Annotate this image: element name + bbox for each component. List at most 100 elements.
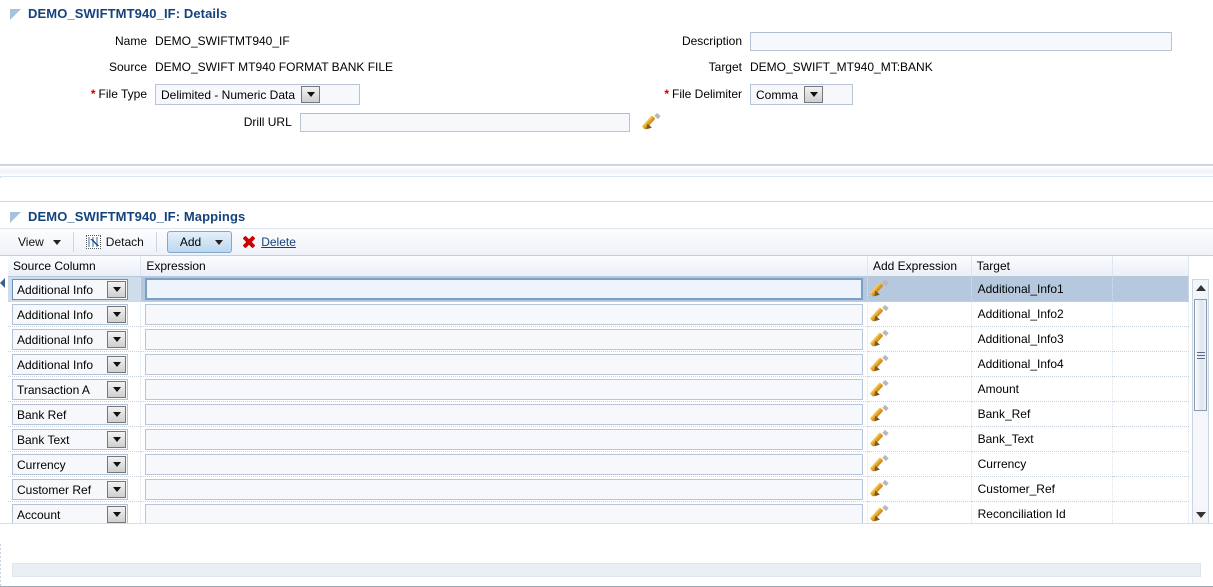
column-header-expression[interactable]: Expression (140, 256, 868, 277)
panel-splitter[interactable] (0, 165, 1213, 177)
cell-source-column[interactable]: Currency (8, 451, 142, 477)
cell-add-expression[interactable] (867, 351, 972, 377)
source-column-dropdown-button[interactable] (107, 330, 126, 348)
source-column-dropdown-button[interactable] (107, 455, 126, 473)
view-menu-button[interactable]: View (8, 229, 71, 255)
source-column-select[interactable]: Bank Text (12, 428, 128, 450)
cell-source-column[interactable]: Customer Ref (8, 476, 142, 502)
cell-source-column[interactable]: Bank Ref (8, 401, 142, 427)
table-row[interactable]: Bank Ref Bank_Ref (8, 401, 1189, 427)
cell-expression[interactable] (140, 351, 868, 377)
table-row[interactable]: Additional Info Additional_Info2 (8, 301, 1189, 327)
cell-add-expression[interactable] (867, 426, 972, 452)
table-row[interactable]: Transaction A Amount (8, 376, 1189, 402)
cell-expression[interactable] (140, 451, 868, 477)
cell-source-column[interactable]: Additional Info (8, 301, 142, 327)
source-column-select[interactable]: Additional Info (12, 328, 128, 350)
cell-add-expression[interactable] (867, 451, 972, 477)
details-panel-header[interactable]: DEMO_SWIFTMT940_IF: Details (0, 0, 1213, 25)
table-row[interactable]: Bank Text Bank_Text (8, 426, 1189, 452)
cell-add-expression[interactable] (867, 376, 972, 402)
expression-input[interactable] (145, 378, 863, 400)
table-row[interactable]: Customer Ref Customer_Ref (8, 476, 1189, 502)
expression-input[interactable] (145, 503, 863, 523)
add-expression-pencil-icon[interactable] (869, 429, 889, 449)
table-vertical-scrollbar[interactable] (1192, 279, 1209, 523)
source-column-dropdown-button[interactable] (107, 430, 126, 448)
table-row[interactable]: Additional Info Additional_Info3 (8, 326, 1189, 352)
scroll-up-button[interactable] (1193, 280, 1208, 296)
add-expression-pencil-icon[interactable] (869, 329, 889, 349)
expression-input[interactable] (145, 478, 863, 500)
expression-input[interactable] (145, 428, 863, 450)
cell-expression[interactable] (140, 501, 868, 523)
disclosure-triangle-icon[interactable] (10, 9, 21, 20)
source-column-select[interactable]: Additional Info (12, 278, 128, 300)
cell-add-expression[interactable] (867, 301, 972, 327)
add-expression-pencil-icon[interactable] (869, 404, 889, 424)
file-type-select[interactable]: Delimited - Numeric Data (155, 83, 360, 105)
table-row[interactable]: Currency Currency (8, 451, 1189, 477)
cell-add-expression[interactable] (867, 476, 972, 502)
cell-source-column[interactable]: Additional Info (8, 326, 142, 352)
cell-expression[interactable] (140, 401, 868, 427)
description-input[interactable] (750, 31, 1172, 51)
add-expression-pencil-icon[interactable] (869, 504, 889, 523)
drill-url-edit-pencil-icon[interactable] (642, 112, 661, 132)
source-column-select[interactable]: Customer Ref (12, 478, 128, 500)
file-delimiter-select[interactable]: Comma (750, 83, 853, 105)
expression-input[interactable] (145, 303, 863, 325)
cell-add-expression[interactable] (867, 276, 972, 302)
drill-url-input[interactable] (299, 112, 631, 132)
source-column-select[interactable]: Currency (12, 453, 128, 475)
add-expression-pencil-icon[interactable] (869, 279, 889, 299)
source-column-dropdown-button[interactable] (107, 355, 126, 373)
add-expression-pencil-icon[interactable] (869, 479, 889, 499)
cell-expression[interactable] (140, 426, 868, 452)
expression-input[interactable] (145, 353, 863, 375)
expression-input[interactable] (145, 278, 863, 300)
source-column-dropdown-button[interactable] (107, 280, 126, 298)
source-column-select[interactable]: Additional Info (12, 353, 128, 375)
cell-source-column[interactable]: Additional Info (8, 351, 142, 377)
scroll-down-button[interactable] (1193, 507, 1208, 523)
disclosure-triangle-icon[interactable] (10, 212, 21, 223)
cell-add-expression[interactable] (867, 326, 972, 352)
panel-collapse-handle[interactable] (0, 268, 6, 298)
source-column-dropdown-button[interactable] (107, 480, 126, 498)
file-delimiter-dropdown-button[interactable] (804, 85, 824, 103)
source-column-select[interactable]: Additional Info (12, 303, 128, 325)
file-type-dropdown-button[interactable] (301, 85, 321, 103)
add-expression-pencil-icon[interactable] (869, 304, 889, 324)
column-header-source-column[interactable]: Source Column (8, 256, 142, 277)
add-expression-pencil-icon[interactable] (869, 379, 889, 399)
source-column-dropdown-button[interactable] (107, 505, 126, 523)
source-column-select[interactable]: Account (12, 503, 128, 523)
scrollbar-track[interactable] (1194, 412, 1207, 507)
mappings-panel-header[interactable]: DEMO_SWIFTMT940_IF: Mappings (0, 203, 1213, 228)
detach-button[interactable]: Detach (76, 229, 154, 255)
cell-add-expression[interactable] (867, 401, 972, 427)
cell-source-column[interactable]: Account (8, 501, 142, 523)
expression-input[interactable] (145, 328, 863, 350)
chevron-down-icon[interactable] (215, 239, 224, 245)
add-expression-pencil-icon[interactable] (869, 454, 889, 474)
source-column-select[interactable]: Transaction A (12, 378, 128, 400)
cell-source-column[interactable]: Additional Info (8, 276, 142, 302)
column-header-add-expression[interactable]: Add Expression (867, 256, 972, 277)
cell-expression[interactable] (140, 276, 868, 302)
source-column-select[interactable]: Bank Ref (12, 403, 128, 425)
cell-source-column[interactable]: Transaction A (8, 376, 142, 402)
add-button[interactable]: Add (166, 231, 233, 253)
cell-source-column[interactable]: Bank Text (8, 426, 142, 452)
source-column-dropdown-button[interactable] (107, 305, 126, 323)
delete-button[interactable]: Delete (232, 229, 306, 255)
cell-expression[interactable] (140, 326, 868, 352)
cell-expression[interactable] (140, 376, 868, 402)
source-column-dropdown-button[interactable] (107, 380, 126, 398)
expression-input[interactable] (145, 403, 863, 425)
expression-input[interactable] (145, 453, 863, 475)
scrollbar-thumb[interactable] (1194, 299, 1207, 411)
cell-expression[interactable] (140, 301, 868, 327)
column-header-target[interactable]: Target (971, 256, 1113, 277)
